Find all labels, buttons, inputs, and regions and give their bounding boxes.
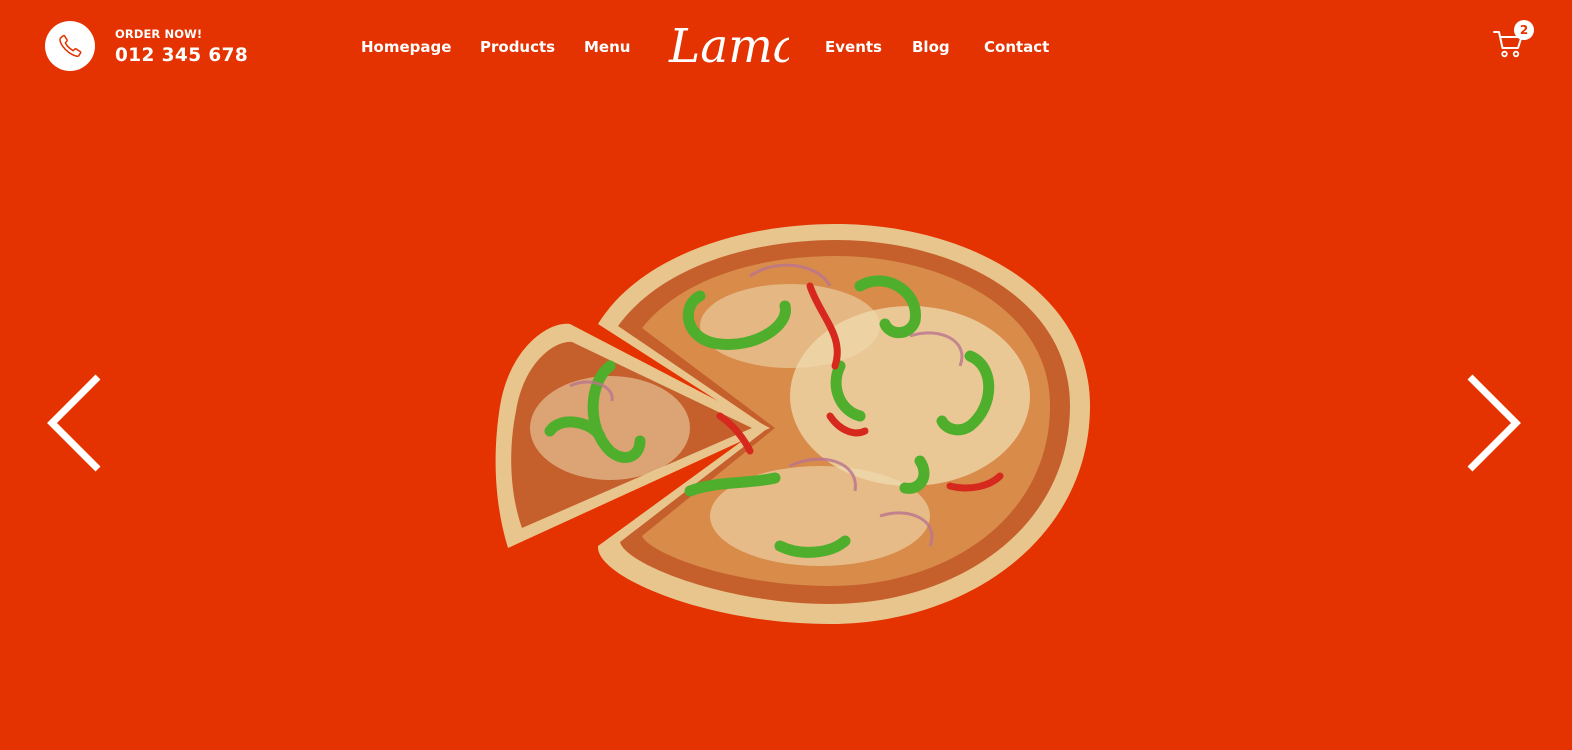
chevron-left-icon <box>47 374 101 472</box>
cart-button[interactable]: 2 <box>1491 19 1535 63</box>
nav-blog[interactable]: Blog <box>912 38 950 56</box>
nav-events[interactable]: Events <box>825 38 882 56</box>
nav-products[interactable]: Products <box>480 38 555 56</box>
site-header: ORDER NOW! 012 345 678 Homepage Products… <box>0 0 1572 96</box>
cart-count-badge: 2 <box>1514 20 1534 40</box>
nav-contact[interactable]: Contact <box>984 38 1049 56</box>
order-now-block: ORDER NOW! 012 345 678 <box>115 27 248 66</box>
pizza-image <box>490 216 1100 630</box>
svg-text:Lama: Lama <box>668 19 789 74</box>
phone-icon <box>59 34 82 58</box>
lama-logo[interactable]: Lama <box>665 10 789 80</box>
nav-homepage[interactable]: Homepage <box>361 38 451 56</box>
prev-slide-button[interactable] <box>44 373 104 473</box>
chevron-right-icon <box>1467 374 1521 472</box>
next-slide-button[interactable] <box>1464 373 1524 473</box>
order-phone-number[interactable]: 012 345 678 <box>115 45 248 66</box>
order-now-label: ORDER NOW! <box>115 27 203 41</box>
nav-menu[interactable]: Menu <box>584 38 630 56</box>
phone-button[interactable] <box>45 21 95 71</box>
